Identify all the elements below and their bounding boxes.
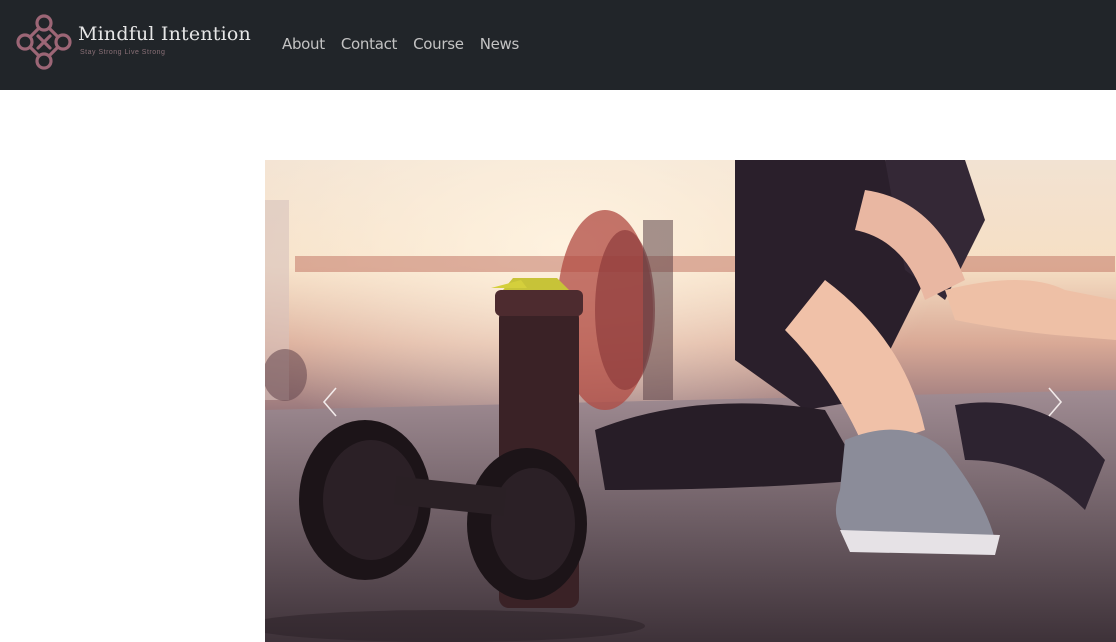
nav-link-course[interactable]: Course: [413, 35, 464, 53]
nav-item-course: Course: [413, 34, 464, 54]
nav-link-about[interactable]: About: [282, 35, 325, 53]
quatrefoil-knot-icon: [16, 14, 72, 70]
nav-menu: About Contact Course News: [282, 34, 535, 54]
hero-carousel: [265, 160, 1116, 642]
carousel-next-button[interactable]: [1038, 382, 1072, 422]
nav-link-contact[interactable]: Contact: [341, 35, 398, 53]
brand-name: Mindful Intention: [78, 23, 251, 45]
fitness-photo: [265, 160, 1116, 642]
nav-link-news[interactable]: News: [480, 35, 520, 53]
brand-link[interactable]: Mindful Intention Stay Strong Live Stron…: [14, 12, 254, 74]
chevron-left-icon: [322, 387, 337, 417]
brand-tagline: Stay Strong Live Strong: [80, 49, 166, 56]
nav-item-contact: Contact: [341, 34, 398, 54]
carousel-prev-button[interactable]: [313, 382, 347, 422]
nav-item-news: News: [480, 34, 520, 54]
chevron-right-icon: [1048, 387, 1063, 417]
nav-item-about: About: [282, 34, 325, 54]
navbar: Mindful Intention Stay Strong Live Stron…: [0, 0, 1116, 90]
